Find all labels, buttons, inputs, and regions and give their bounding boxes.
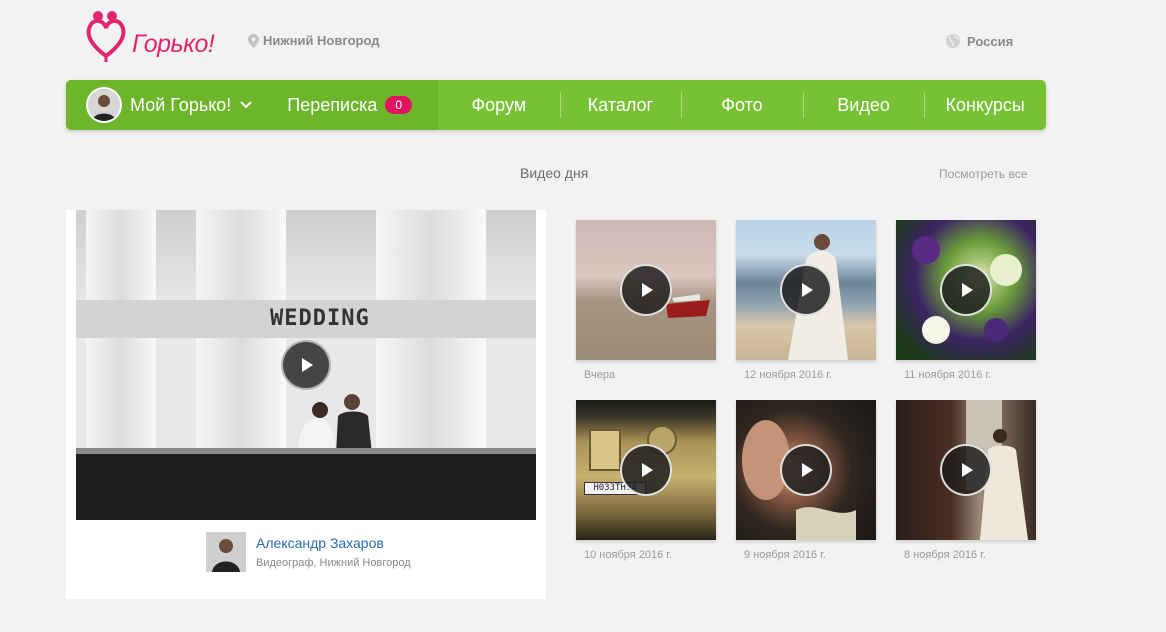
main-nav: Мой Горько! Переписка 0 Форум Каталог Фо… — [66, 80, 1046, 130]
video-scene-floor — [76, 454, 536, 520]
play-icon[interactable] — [620, 444, 672, 496]
play-icon[interactable] — [940, 444, 992, 496]
video-thumbnail[interactable] — [576, 220, 716, 360]
map-pin-icon — [248, 33, 259, 48]
nav-item-catalog[interactable]: Каталог — [559, 80, 682, 130]
messages-label: Переписка — [287, 94, 378, 115]
video-thumbnail[interactable] — [736, 220, 876, 360]
section-title: Видео дня — [520, 165, 589, 181]
city-label: Нижний Новгород — [263, 33, 380, 48]
user-avatar[interactable] — [86, 87, 122, 123]
author-avatar[interactable] — [206, 532, 246, 572]
video-thumbnail[interactable] — [736, 400, 876, 540]
video-date: Вчера — [584, 369, 616, 381]
site-logo[interactable]: Горько! — [84, 8, 234, 66]
see-all-link[interactable]: Посмотреть все — [939, 167, 1027, 181]
play-icon[interactable] — [780, 444, 832, 496]
video-date: 11 ноября 2016 г. — [904, 369, 992, 381]
nav-item-photo[interactable]: Фото — [681, 80, 803, 130]
video-thumbnail[interactable] — [896, 220, 1036, 360]
featured-video-card: WEDDING Александр Захаров Видеограф, Ниж… — [66, 210, 546, 599]
play-icon[interactable] — [281, 340, 331, 390]
play-icon[interactable] — [780, 264, 832, 316]
video-date: 9 ноября 2016 г. — [744, 549, 826, 561]
play-icon[interactable] — [620, 264, 672, 316]
messages-link[interactable]: Переписка 0 — [287, 94, 413, 116]
play-icon[interactable] — [940, 264, 992, 316]
nav-item-contests[interactable]: Конкурсы — [924, 80, 1046, 130]
author-role: Видеограф, Нижний Новгород — [256, 557, 411, 569]
nav-user-area: Мой Горько! Переписка 0 — [66, 80, 438, 130]
video-thumbnail[interactable] — [896, 400, 1036, 540]
video-date: 8 ноября 2016 г. — [904, 549, 986, 561]
heart-logo-icon — [86, 11, 126, 62]
globe-icon — [946, 34, 960, 48]
nav-item-video[interactable]: Видео — [802, 80, 925, 130]
author-photo — [206, 532, 246, 572]
my-gorko-label: Мой Горько! — [130, 94, 232, 115]
chevron-down-icon — [240, 101, 253, 109]
video-date: 10 ноября 2016 г. — [584, 549, 672, 561]
city-selector[interactable]: Нижний Новгород — [248, 33, 380, 48]
couple-silhouette — [298, 394, 372, 454]
country-label: Россия — [967, 33, 1014, 49]
featured-video-thumbnail[interactable]: WEDDING — [76, 210, 536, 520]
author-name-link[interactable]: Александр Захаров — [256, 535, 384, 551]
video-date: 12 ноября 2016 г. — [744, 369, 832, 381]
logo-text: Горько! — [132, 30, 215, 58]
nav-sections: Форум Каталог Фото Видео Конкурсы — [438, 80, 1046, 130]
country-selector[interactable]: Россия — [945, 33, 1013, 49]
nav-item-forum[interactable]: Форум — [438, 80, 560, 130]
featured-overlay-text: WEDDING — [270, 306, 370, 331]
messages-count-badge: 0 — [385, 96, 413, 114]
avatar-photo — [88, 89, 120, 121]
my-gorko-menu[interactable]: Мой Горько! — [130, 95, 253, 116]
video-thumbnail[interactable]: Н033ТН74 — [576, 400, 716, 540]
